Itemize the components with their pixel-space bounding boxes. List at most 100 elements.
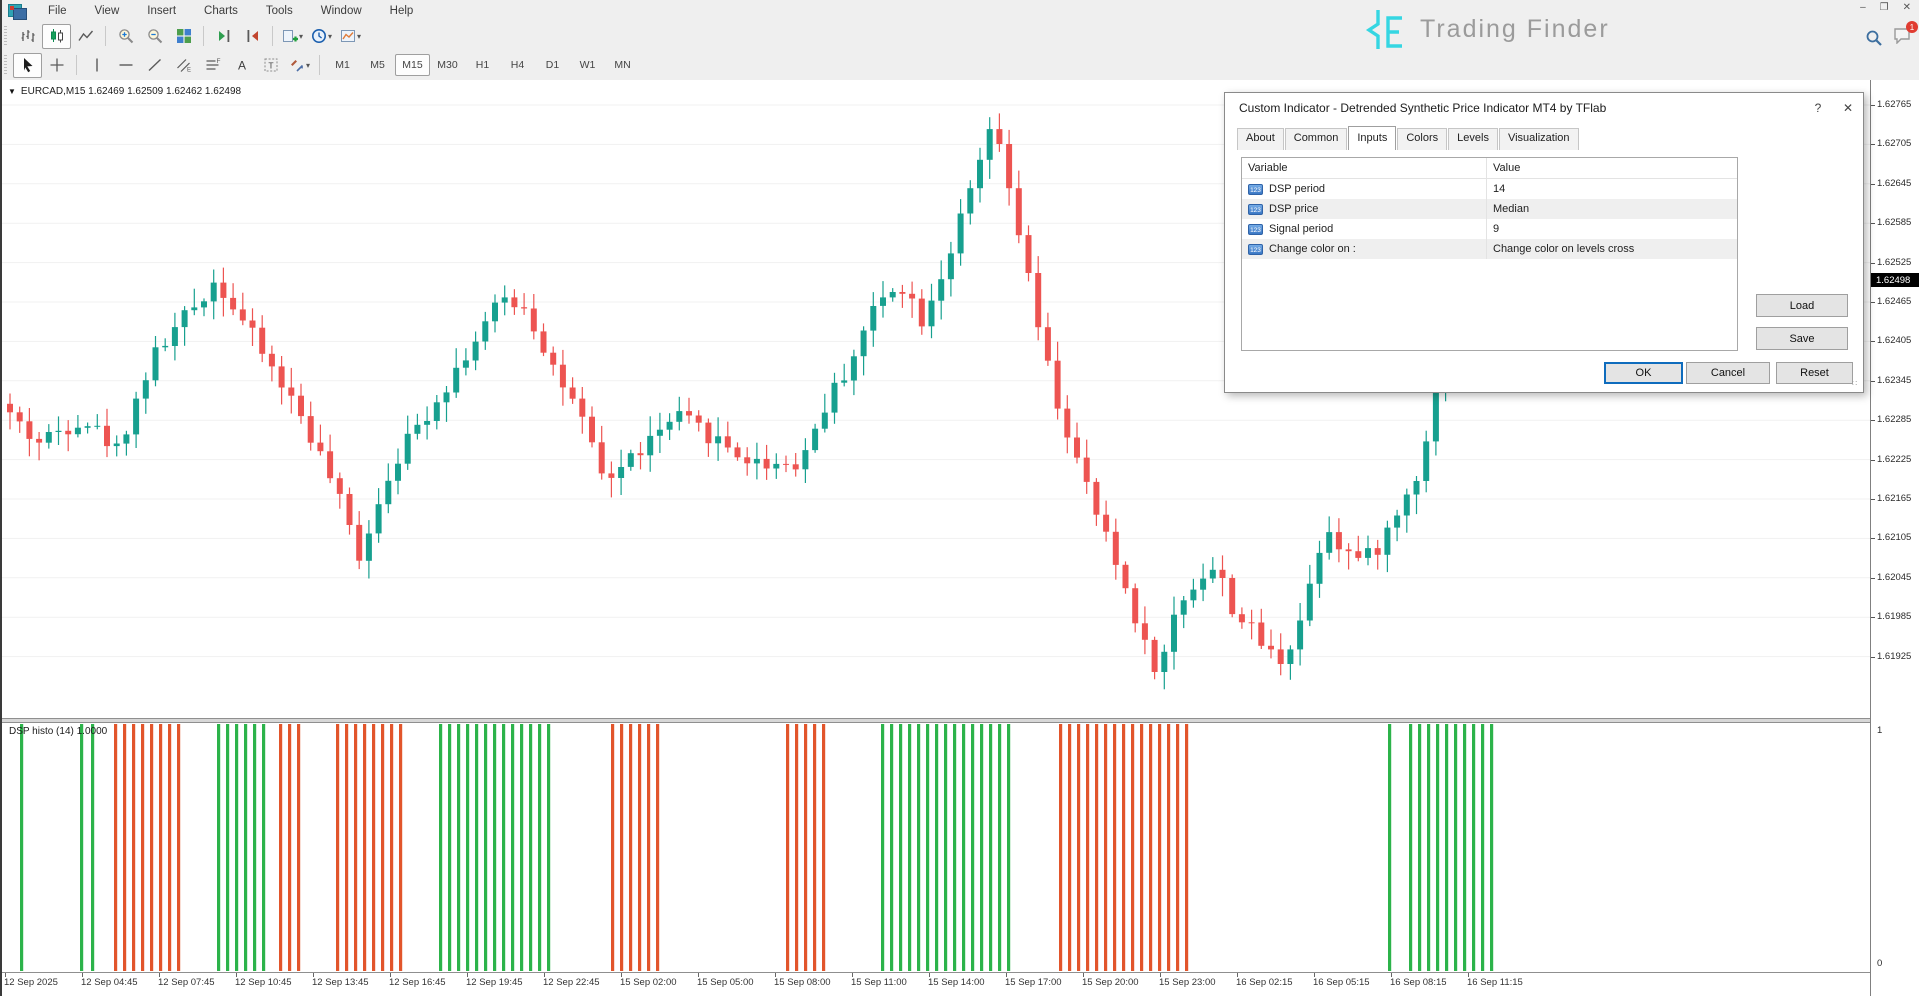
auto-scroll-button[interactable] bbox=[238, 24, 267, 49]
time-tick-label: 12 Sep 10:45 bbox=[235, 977, 292, 988]
price-tick-label: 1.62225 bbox=[1877, 454, 1911, 465]
menu-item-tools[interactable]: Tools bbox=[252, 2, 307, 20]
zoom-in-button[interactable] bbox=[111, 24, 140, 49]
cursor-button[interactable] bbox=[13, 53, 42, 78]
line-chart-button[interactable] bbox=[71, 24, 100, 49]
time-tick-label: 15 Sep 05:00 bbox=[697, 977, 754, 988]
dropdown-arrow-icon[interactable]: ▾ bbox=[306, 61, 310, 70]
indicator-scale-max: 1 bbox=[1877, 725, 1882, 736]
zoom-in-icon bbox=[118, 28, 134, 44]
symbol-ohlc-label[interactable]: ▼ EURCAD,M15 1.62469 1.62509 1.62462 1.6… bbox=[8, 86, 241, 97]
menu-item-window[interactable]: Window bbox=[307, 2, 376, 20]
input-row-change-color-on[interactable]: 123Change color on :Change color on leve… bbox=[1242, 239, 1737, 259]
ok-button[interactable]: OK bbox=[1604, 362, 1683, 384]
menu-item-view[interactable]: View bbox=[81, 2, 134, 20]
chart-shift-button[interactable] bbox=[209, 24, 238, 49]
menu-item-insert[interactable]: Insert bbox=[133, 2, 190, 20]
text-label-icon: A bbox=[234, 57, 250, 73]
variable-value[interactable]: Median bbox=[1487, 203, 1737, 215]
equidistant-channel-button[interactable]: E bbox=[169, 53, 198, 78]
cursor-icon bbox=[20, 57, 36, 73]
timeframe-mn[interactable]: MN bbox=[605, 54, 640, 76]
timeframe-w1[interactable]: W1 bbox=[570, 54, 605, 76]
toolbar-standard: ▾ ▾ ▾ bbox=[2, 22, 1919, 51]
tile-windows-button[interactable] bbox=[169, 24, 198, 49]
horizontal-line-button[interactable] bbox=[111, 53, 140, 78]
dropdown-arrow-icon[interactable]: ▾ bbox=[357, 32, 361, 41]
indicator-properties-dialog: Custom Indicator - Detrended Synthetic P… bbox=[1224, 92, 1864, 393]
new-order-button[interactable]: ▾ bbox=[278, 24, 307, 49]
minimize-icon[interactable]: – bbox=[1860, 2, 1866, 13]
time-axis[interactable]: 12 Sep 202512 Sep 04:4512 Sep 07:4512 Se… bbox=[2, 972, 1870, 996]
price-axis[interactable]: 1.627651.627051.626451.625851.625251.624… bbox=[1870, 80, 1919, 996]
timeframe-m30[interactable]: M30 bbox=[430, 54, 465, 76]
template-button[interactable]: ▾ bbox=[336, 24, 365, 49]
variable-value[interactable]: Change color on levels cross bbox=[1487, 243, 1737, 255]
input-row-signal-period[interactable]: 123Signal period9 bbox=[1242, 219, 1737, 239]
dialog-help-button[interactable]: ? bbox=[1803, 97, 1833, 119]
price-tick-mark bbox=[1871, 460, 1875, 461]
tab-inputs[interactable]: Inputs bbox=[1348, 126, 1396, 150]
tab-common[interactable]: Common bbox=[1285, 128, 1348, 150]
dialog-resize-grip[interactable]: ∷ bbox=[1852, 382, 1860, 390]
timeframe-d1[interactable]: D1 bbox=[535, 54, 570, 76]
chart-dropdown-icon[interactable]: ▼ bbox=[8, 87, 16, 96]
variable-value[interactable]: 14 bbox=[1487, 183, 1737, 195]
menu-item-file[interactable]: File bbox=[34, 2, 81, 20]
menu-item-charts[interactable]: Charts bbox=[190, 2, 252, 20]
fibonacci-button[interactable]: F bbox=[198, 53, 227, 78]
timeframe-m15[interactable]: M15 bbox=[395, 54, 430, 76]
dropdown-arrow-icon[interactable]: ▾ bbox=[328, 32, 332, 41]
app-icon[interactable] bbox=[8, 4, 26, 19]
input-row-dsp-price[interactable]: 123DSP priceMedian bbox=[1242, 199, 1737, 219]
time-tick-mark bbox=[159, 973, 160, 977]
candlestick-chart-button[interactable] bbox=[42, 24, 71, 49]
tab-levels[interactable]: Levels bbox=[1448, 128, 1498, 150]
tab-visualization[interactable]: Visualization bbox=[1499, 128, 1579, 150]
search-icon[interactable] bbox=[1865, 29, 1883, 47]
reset-button[interactable]: Reset bbox=[1776, 362, 1853, 384]
close-icon[interactable]: ✕ bbox=[1903, 2, 1911, 13]
trading-finder-logo: Trading Finder bbox=[1364, 6, 1610, 52]
vertical-line-button[interactable] bbox=[82, 53, 111, 78]
time-tick-mark bbox=[698, 973, 699, 977]
timeframe-m5[interactable]: M5 bbox=[360, 54, 395, 76]
dialog-title-bar[interactable]: Custom Indicator - Detrended Synthetic P… bbox=[1225, 93, 1863, 123]
variable-name: DSP price bbox=[1269, 203, 1318, 215]
dialog-close-icon[interactable]: ✕ bbox=[1833, 97, 1863, 119]
tab-about[interactable]: About bbox=[1237, 128, 1284, 150]
timeframe-m1[interactable]: M1 bbox=[325, 54, 360, 76]
price-tick-label: 1.62705 bbox=[1877, 138, 1911, 149]
indicator-histogram[interactable]: DSP histo (14) 1.0000 bbox=[2, 723, 1870, 972]
text-label-button[interactable]: A bbox=[227, 53, 256, 78]
price-tick-mark bbox=[1871, 341, 1875, 342]
dropdown-arrow-icon[interactable]: ▾ bbox=[299, 32, 303, 41]
periods-button[interactable]: ▾ bbox=[307, 24, 336, 49]
timeframe-h4[interactable]: H4 bbox=[500, 54, 535, 76]
tab-colors[interactable]: Colors bbox=[1397, 128, 1447, 150]
restore-icon[interactable]: ❐ bbox=[1880, 2, 1889, 13]
current-price-flag: 1.62498 bbox=[1871, 273, 1919, 287]
variable-value[interactable]: 9 bbox=[1487, 223, 1737, 235]
time-tick-mark bbox=[1083, 973, 1084, 977]
cancel-button[interactable]: Cancel bbox=[1686, 362, 1770, 384]
menu-items: FileViewInsertChartsToolsWindowHelp bbox=[34, 2, 427, 20]
zoom-out-icon bbox=[147, 28, 163, 44]
load-button[interactable]: Load bbox=[1756, 294, 1848, 317]
chat-icon[interactable]: 1 bbox=[1893, 26, 1913, 49]
menu-item-help[interactable]: Help bbox=[376, 2, 428, 20]
crosshair-button[interactable] bbox=[42, 53, 71, 78]
bar-chart-button[interactable] bbox=[13, 24, 42, 49]
auto-scroll-icon bbox=[245, 28, 261, 44]
periods-icon bbox=[311, 28, 327, 44]
zoom-out-button[interactable] bbox=[140, 24, 169, 49]
timeframe-h1[interactable]: H1 bbox=[465, 54, 500, 76]
input-row-dsp-period[interactable]: 123DSP period14 bbox=[1242, 179, 1737, 199]
save-button[interactable]: Save bbox=[1756, 327, 1848, 350]
shapes-button[interactable]: ▾ bbox=[285, 53, 314, 78]
trend-line-button[interactable] bbox=[140, 53, 169, 78]
column-header-variable: Variable bbox=[1242, 158, 1487, 178]
text-box-button[interactable]: T bbox=[256, 53, 285, 78]
numeric-123-icon: 123 bbox=[1248, 244, 1263, 255]
toolbar-separator bbox=[105, 26, 106, 46]
